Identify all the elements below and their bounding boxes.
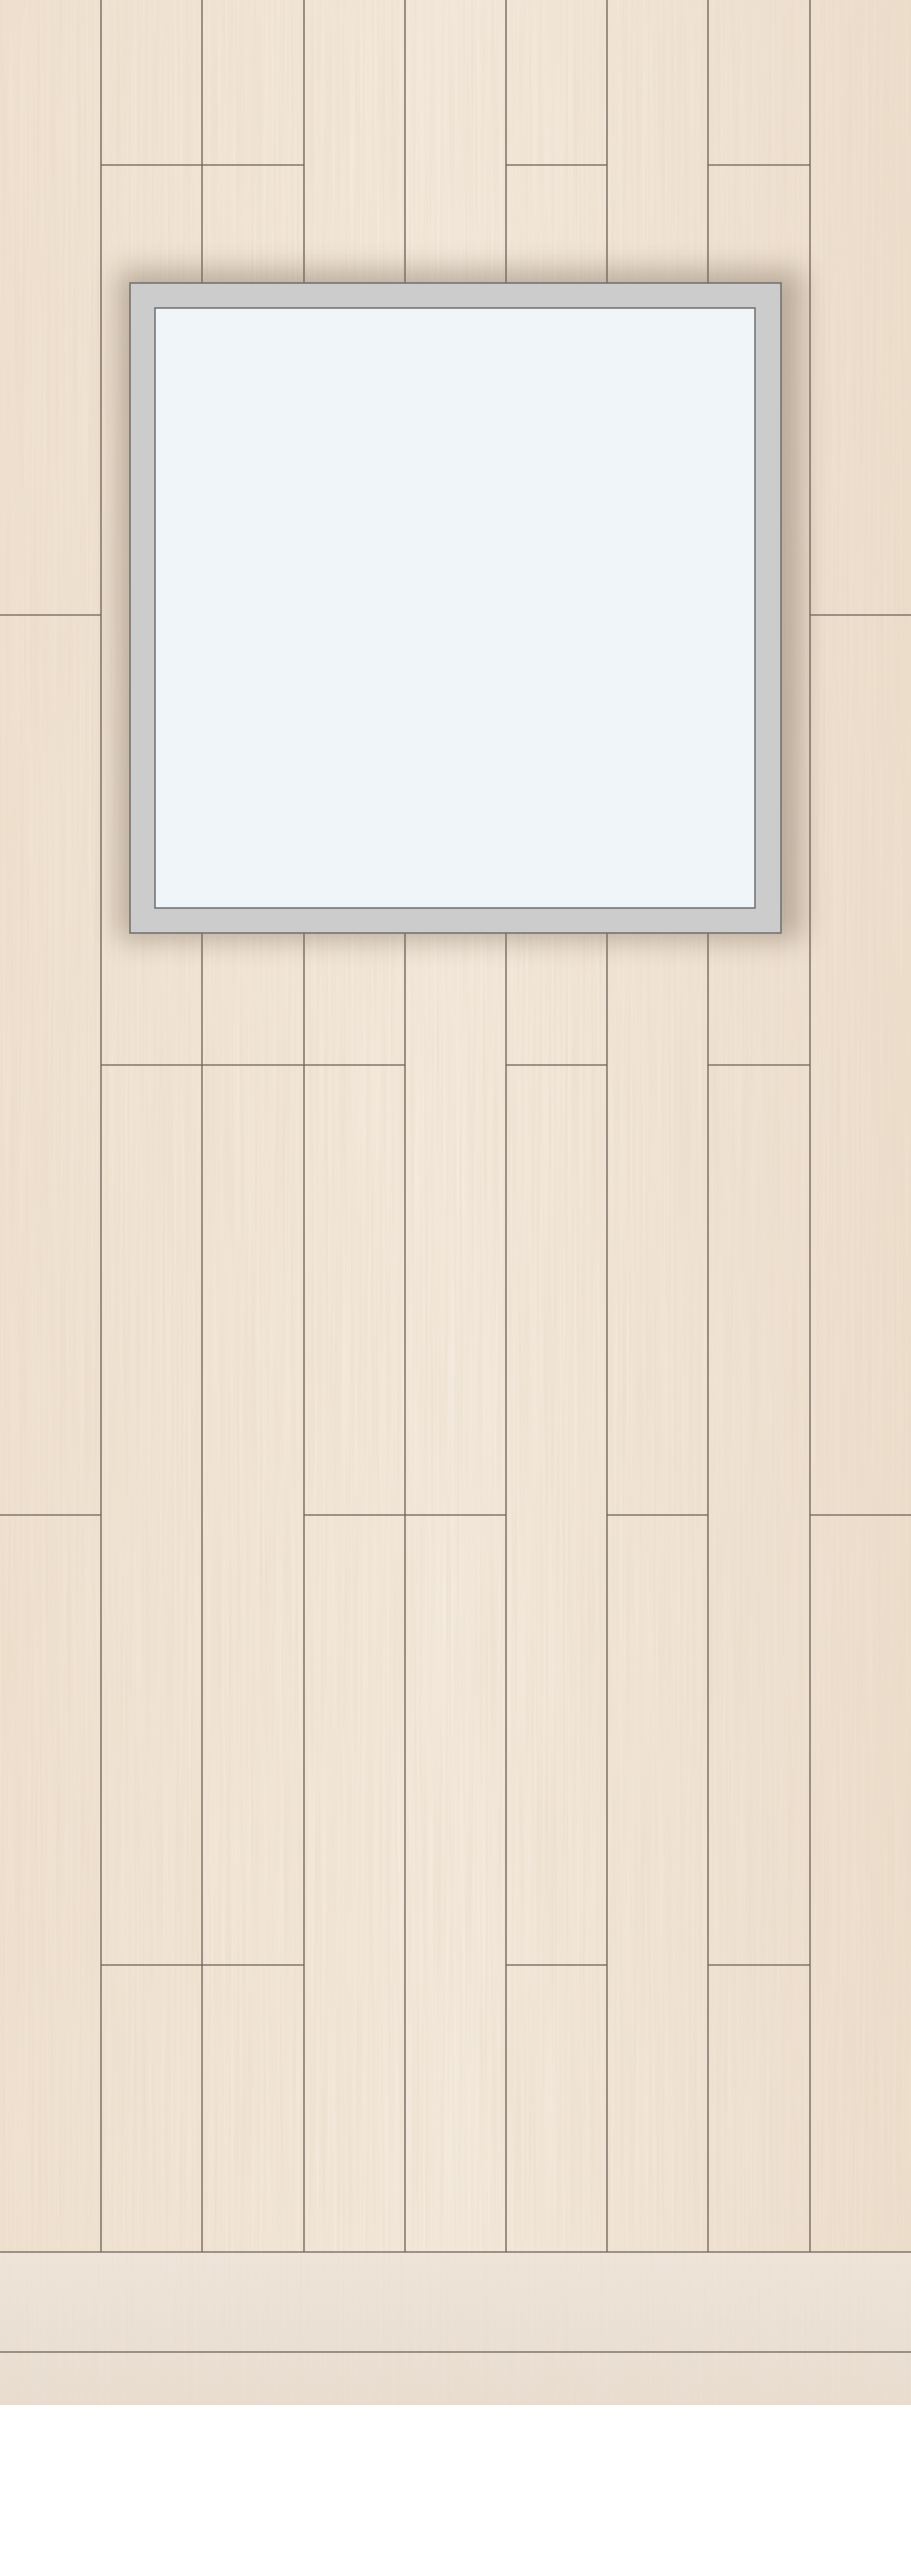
door-svg — [0, 0, 911, 2405]
frosted-glass-window-icon — [129, 282, 782, 934]
glass-pane — [154, 307, 756, 909]
kickplate-texture — [0, 2252, 911, 2405]
door-illustration — [0, 0, 911, 2551]
